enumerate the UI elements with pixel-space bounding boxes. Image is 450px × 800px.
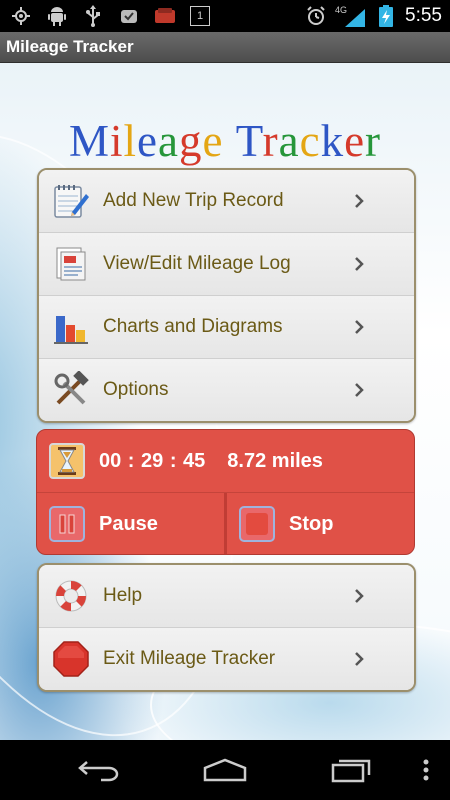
chevron-right-icon (354, 233, 364, 295)
logo-letter: a (278, 116, 300, 166)
battery-charging-icon (375, 5, 397, 27)
logo-letter: e (344, 116, 366, 166)
hourglass-icon (49, 443, 85, 479)
menu-item-label: Add New Trip Record (103, 190, 284, 211)
distance-traveled: 8.72 miles (227, 449, 323, 472)
logo-letter: l (123, 116, 137, 166)
menu-item-help[interactable]: Help (39, 565, 414, 628)
system-navigation-bar (0, 740, 450, 800)
home-icon[interactable] (200, 756, 250, 784)
recent-apps-icon[interactable] (326, 756, 376, 784)
signal-icon: 4G (335, 5, 367, 27)
tools-icon (51, 370, 91, 410)
logo-letter: e (202, 116, 224, 166)
stop-label: Stop (289, 512, 334, 535)
elapsed-time: 00 : 29 : 45 (99, 449, 206, 472)
alarm-icon (305, 5, 327, 27)
chevron-right-icon (354, 170, 364, 232)
logo-letter: i (109, 116, 124, 166)
trip-status-row: 00 : 29 : 45 8.72 miles (37, 430, 414, 493)
logo-letter (223, 116, 235, 166)
logo-letter: r (262, 116, 279, 166)
menu-item-exit[interactable]: Exit Mileage Tracker (39, 628, 414, 690)
menu-item-label: Charts and Diagrams (103, 316, 283, 337)
status-bar: 1 4G 5:55 (0, 0, 450, 32)
logo-letter: r (365, 116, 382, 166)
android-debug-icon (46, 5, 68, 27)
menu-item-options[interactable]: Options (39, 359, 414, 421)
stop-icon (239, 506, 275, 542)
trip-timer-panel: 00 : 29 : 45 8.72 miles Pause Stop (36, 429, 415, 555)
logo-letter: M (68, 116, 110, 166)
pause-button[interactable]: Pause (37, 493, 227, 554)
gps-icon (10, 5, 32, 27)
stop-button[interactable]: Stop (227, 493, 414, 554)
menu-item-label: Exit Mileage Tracker (103, 648, 276, 669)
notepad-pencil-icon (51, 181, 91, 221)
app-notification-icon (154, 5, 176, 27)
chevron-right-icon (354, 296, 364, 358)
main-content: Mileage Tracker Add New Trip Record View… (0, 63, 450, 740)
chevron-right-icon (354, 565, 364, 627)
menu-item-label: View/Edit Mileage Log (103, 253, 291, 274)
logo-letter: c (299, 116, 321, 166)
back-icon[interactable] (74, 756, 124, 784)
lifebuoy-icon (51, 576, 91, 616)
logo-letter: a (157, 116, 179, 166)
app-logo: Mileage Tracker (0, 115, 450, 167)
count-notification-icon: 1 (190, 6, 210, 26)
overflow-menu-icon[interactable] (418, 756, 434, 784)
notification-count: 1 (196, 10, 204, 22)
chevron-right-icon (354, 628, 364, 690)
main-menu: Add New Trip Record View/Edit Mileage Lo… (37, 168, 416, 423)
app-title-bar: Mileage Tracker (0, 32, 450, 63)
menu-item-view-log[interactable]: View/Edit Mileage Log (39, 233, 414, 296)
logo-letter: T (235, 116, 263, 166)
pause-label: Pause (99, 512, 158, 535)
menu-item-charts[interactable]: Charts and Diagrams (39, 296, 414, 359)
clock: 5:55 (405, 5, 442, 26)
log-document-icon (51, 244, 91, 284)
bar-chart-icon (51, 307, 91, 347)
chevron-right-icon (354, 359, 364, 421)
usb-icon (82, 5, 104, 27)
logo-letter: e (136, 116, 158, 166)
app-title: Mileage Tracker (6, 37, 134, 56)
menu-item-label: Help (103, 585, 143, 606)
logo-letter: k (320, 116, 345, 166)
secondary-menu: Help Exit Mileage Tracker (37, 563, 416, 692)
menu-item-add-trip[interactable]: Add New Trip Record (39, 170, 414, 233)
logo-letter: g (178, 116, 203, 166)
stop-sign-icon (51, 639, 91, 679)
menu-item-label: Options (103, 379, 169, 400)
pause-icon (49, 506, 85, 542)
notification-icon (118, 5, 140, 27)
